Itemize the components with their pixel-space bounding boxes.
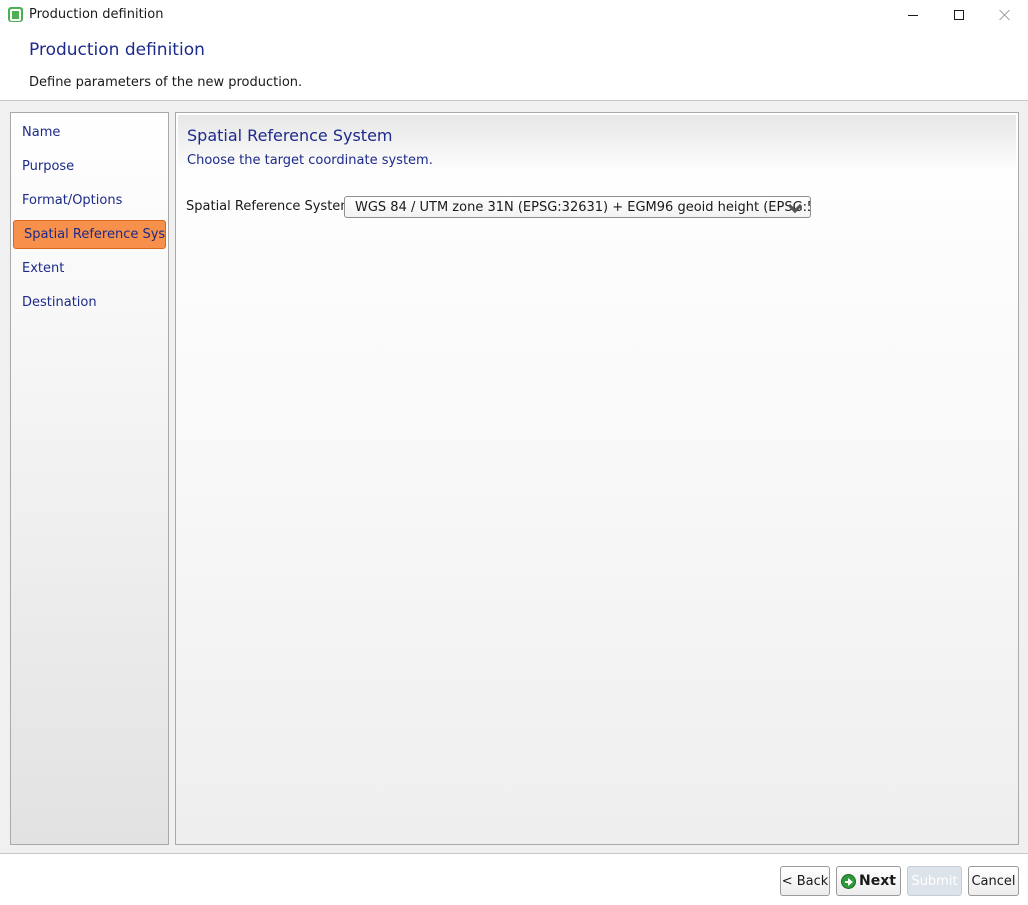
- next-button[interactable]: Next: [836, 866, 901, 896]
- submit-button-label: Submit: [911, 873, 958, 889]
- back-button-label: < Back: [781, 873, 829, 889]
- close-button[interactable]: [982, 0, 1028, 30]
- app-icon: [8, 7, 23, 22]
- step-format-options[interactable]: Format/Options: [12, 185, 167, 215]
- wizard-header: Production definition Define parameters …: [0, 30, 1028, 100]
- srs-selected-value: WGS 84 / UTM zone 31N (EPSG:32631) + EGM…: [355, 199, 811, 215]
- step-name[interactable]: Name: [12, 117, 167, 147]
- step-spatial-reference-system[interactable]: Spatial Reference Sys...: [13, 220, 166, 249]
- step-extent[interactable]: Extent: [12, 253, 167, 283]
- maximize-button[interactable]: [936, 0, 982, 30]
- section-header: Spatial Reference System Choose the targ…: [178, 115, 1016, 173]
- srs-field-label: Spatial Reference System:: [186, 199, 358, 214]
- maximize-icon: [954, 10, 964, 20]
- minimize-icon: [908, 14, 918, 16]
- title-bar: Production definition: [0, 0, 1028, 30]
- next-button-label: Next: [859, 873, 896, 889]
- wizard-step-list: Name Purpose Format/Options Spatial Refe…: [10, 112, 169, 845]
- wizard-footer: < Back Next Submit Cancel: [0, 854, 1028, 905]
- submit-button[interactable]: Submit: [907, 866, 962, 896]
- window-title: Production definition: [29, 7, 164, 22]
- arrow-right-circle-icon: [841, 873, 857, 889]
- cancel-button[interactable]: Cancel: [968, 866, 1019, 896]
- srs-dropdown[interactable]: WGS 84 / UTM zone 31N (EPSG:32631) + EGM…: [344, 196, 811, 218]
- step-purpose[interactable]: Purpose: [12, 151, 167, 181]
- close-icon: [999, 9, 1011, 21]
- section-subtitle: Choose the target coordinate system.: [187, 153, 433, 168]
- page-subtitle: Define parameters of the new production.: [29, 75, 303, 90]
- step-destination[interactable]: Destination: [12, 287, 167, 317]
- step-content-panel: Spatial Reference System Choose the targ…: [175, 112, 1019, 845]
- minimize-button[interactable]: [890, 0, 936, 30]
- cancel-button-label: Cancel: [971, 873, 1016, 889]
- back-button[interactable]: < Back: [780, 866, 830, 896]
- section-title: Spatial Reference System: [187, 126, 393, 145]
- page-title: Production definition: [29, 40, 205, 60]
